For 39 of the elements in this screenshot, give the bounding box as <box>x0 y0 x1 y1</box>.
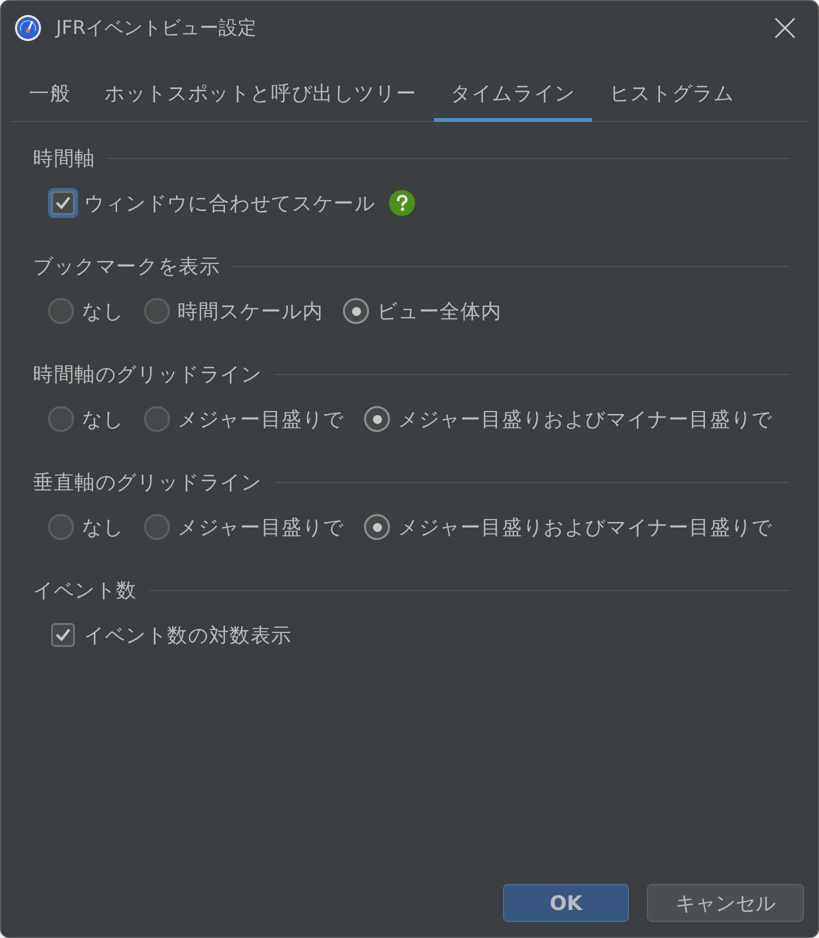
radio-label: 時間スケール内 <box>178 298 324 325</box>
checkmark-icon <box>55 195 71 211</box>
window-title: JFRイベントビュー設定 <box>56 16 257 41</box>
close-icon[interactable] <box>774 17 796 39</box>
radio-button[interactable] <box>364 406 390 432</box>
radio-label: なし <box>82 406 124 433</box>
cancel-button[interactable]: キャンセル <box>647 884 804 922</box>
checkbox[interactable] <box>48 188 78 218</box>
gauge-icon <box>14 14 42 42</box>
checkbox-label: ウィンドウに合わせてスケール <box>84 190 376 217</box>
tab[interactable]: ヒストグラム <box>592 71 752 122</box>
checkbox[interactable] <box>48 620 78 650</box>
radio-label: メジャー目盛りおよびマイナー目盛りで <box>398 514 772 541</box>
section-heading: ブックマークを表示 <box>33 253 220 279</box>
section-heading: イベント数 <box>33 577 137 603</box>
radio-label: ビュー全体内 <box>377 298 502 325</box>
section-heading: 時間軸のグリッドライン <box>33 361 262 387</box>
radio-button[interactable] <box>364 514 390 540</box>
radio-label: メジャー目盛りおよびマイナー目盛りで <box>398 406 772 433</box>
section-heading: 垂直軸のグリッドライン <box>33 469 262 495</box>
ok-button[interactable]: OK <box>503 884 629 922</box>
radio-button[interactable] <box>343 298 370 324</box>
radio-label: メジャー目盛りで <box>178 406 344 433</box>
checkmark-icon <box>55 627 71 643</box>
radio-button[interactable] <box>48 406 74 432</box>
tab[interactable]: タイムライン <box>434 71 592 122</box>
radio-button[interactable] <box>144 514 170 540</box>
radio-label: なし <box>82 298 124 325</box>
radio-label: なし <box>82 514 124 541</box>
checkbox-label: イベント数の対数表示 <box>84 622 292 649</box>
tab[interactable]: ホットスポットと呼び出しツリー <box>88 71 434 122</box>
tab[interactable]: 一般 <box>12 71 88 122</box>
radio-button[interactable] <box>48 298 74 324</box>
radio-label: メジャー目盛りで <box>178 514 344 541</box>
radio-button[interactable] <box>144 406 170 432</box>
section-heading: 時間軸 <box>33 145 96 171</box>
help-icon[interactable] <box>389 190 416 216</box>
radio-button[interactable] <box>48 514 74 540</box>
radio-button[interactable] <box>144 298 170 324</box>
